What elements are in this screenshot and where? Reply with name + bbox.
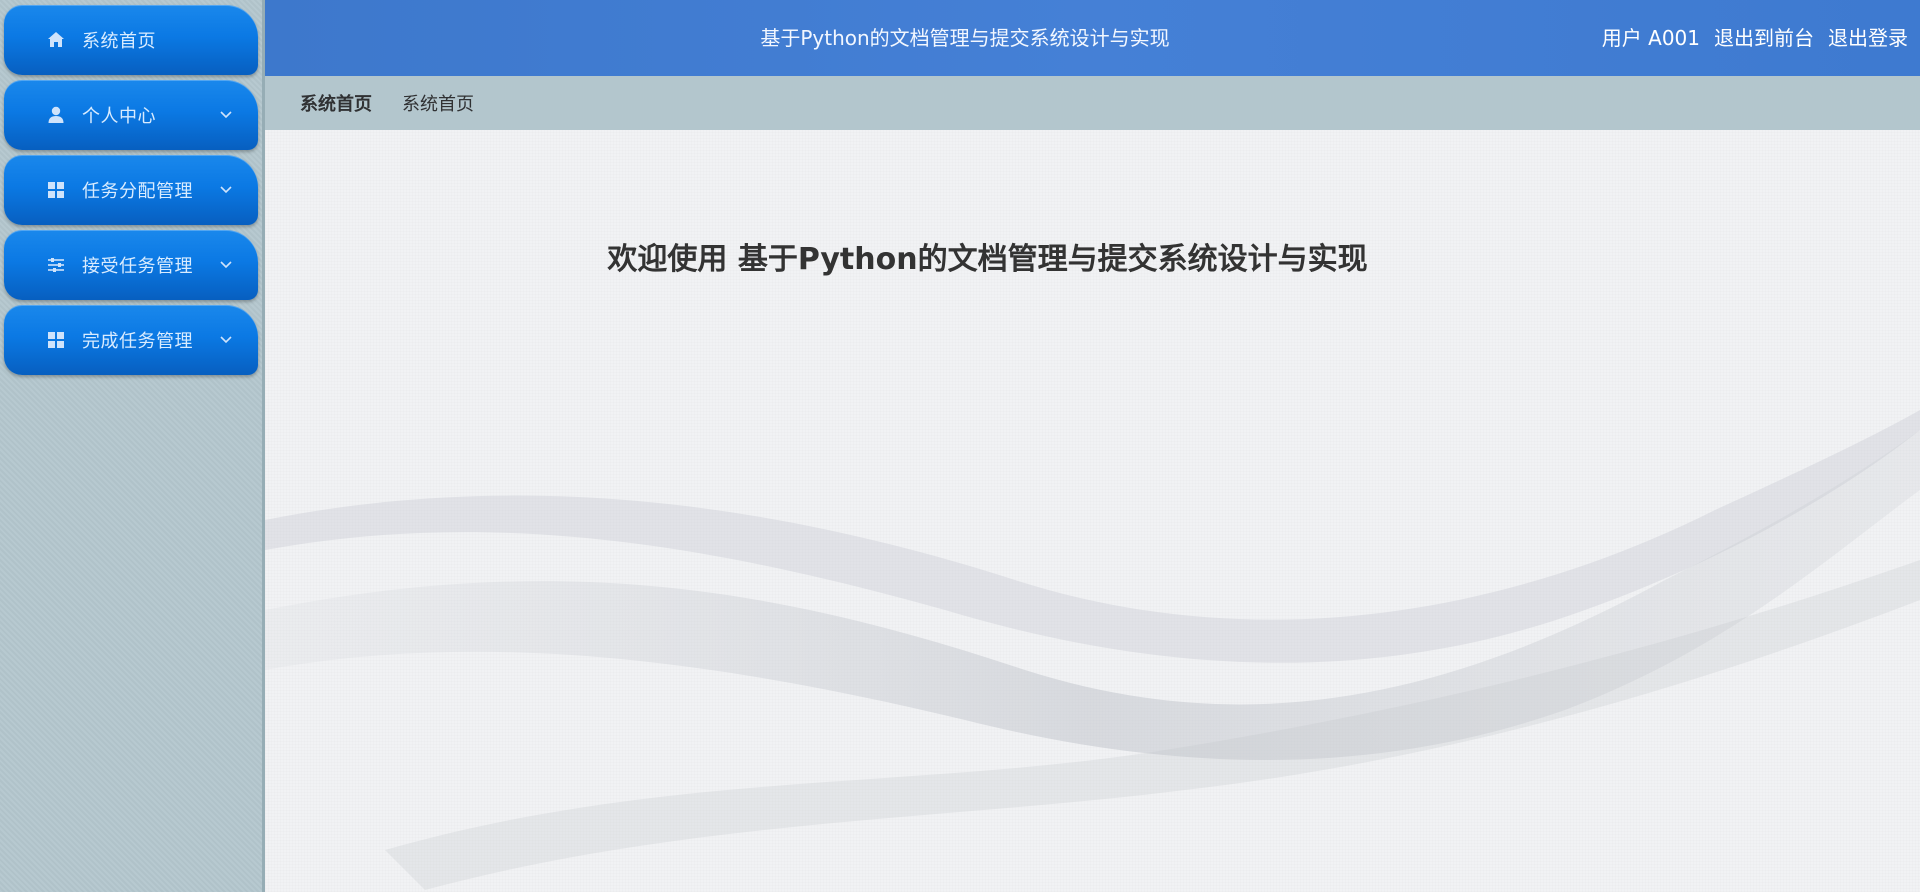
sidebar-item-label: 系统首页 bbox=[82, 31, 156, 52]
breadcrumb: 系统首页 系统首页 bbox=[265, 76, 1920, 130]
grid-icon bbox=[44, 178, 68, 202]
welcome-heading: 欢迎使用 基于Python的文档管理与提交系统设计与实现 bbox=[607, 242, 1368, 277]
header-user-area: 用户 A001 退出到前台 退出登录 bbox=[1602, 0, 1908, 76]
chevron-down-icon bbox=[218, 181, 234, 197]
top-header: 基于Python的文档管理与提交系统设计与实现 用户 A001 退出到前台 退出… bbox=[265, 0, 1920, 76]
sliders-icon bbox=[44, 253, 68, 277]
chevron-down-icon bbox=[218, 256, 234, 272]
sidebar: 系统首页 个人中心 任务分配管理 接受任务管理 完成任务管理 bbox=[0, 0, 264, 892]
user-icon bbox=[44, 103, 68, 127]
app-title: 基于Python的文档管理与提交系统设计与实现 bbox=[760, 26, 1170, 50]
main-content: 欢迎使用 基于Python的文档管理与提交系统设计与实现 bbox=[265, 130, 1920, 892]
sidebar-item-label: 完成任务管理 bbox=[82, 331, 193, 352]
sidebar-item-label: 接受任务管理 bbox=[82, 256, 193, 277]
grid-icon bbox=[44, 328, 68, 352]
sidebar-item-label: 个人中心 bbox=[82, 106, 156, 127]
sidebar-item-accept-task[interactable]: 接受任务管理 bbox=[4, 230, 258, 300]
sidebar-item-personal-center[interactable]: 个人中心 bbox=[4, 80, 258, 150]
sidebar-item-home[interactable]: 系统首页 bbox=[4, 5, 258, 75]
chevron-down-icon bbox=[218, 106, 234, 122]
breadcrumb-item-home[interactable]: 系统首页 bbox=[402, 90, 474, 116]
sidebar-item-task-assignment[interactable]: 任务分配管理 bbox=[4, 155, 258, 225]
chevron-down-icon bbox=[218, 331, 234, 347]
user-info: 用户 A001 bbox=[1602, 0, 1700, 76]
logout-link[interactable]: 退出登录 bbox=[1828, 0, 1908, 76]
breadcrumb-current: 系统首页 bbox=[300, 94, 372, 115]
sidebar-item-completed-task[interactable]: 完成任务管理 bbox=[4, 305, 258, 375]
user-name: A001 bbox=[1648, 26, 1700, 50]
user-label: 用户 bbox=[1601, 26, 1642, 50]
sidebar-item-label: 任务分配管理 bbox=[82, 181, 193, 202]
home-icon bbox=[44, 28, 68, 52]
exit-to-frontend-link[interactable]: 退出到前台 bbox=[1714, 0, 1814, 76]
